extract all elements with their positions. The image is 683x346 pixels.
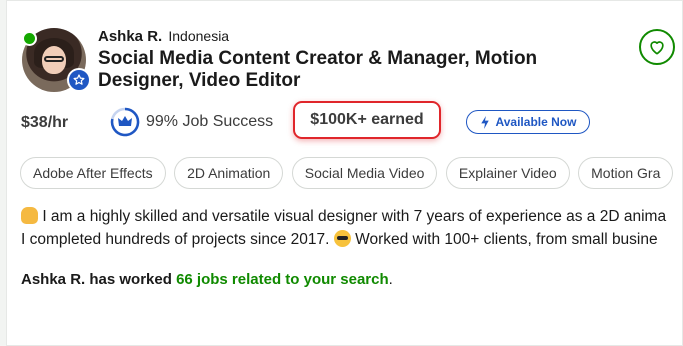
- heart-icon: [650, 41, 664, 55]
- availability-label: Available Now: [495, 115, 577, 129]
- lightning-icon: [480, 115, 489, 129]
- worked-suffix: .: [388, 271, 393, 288]
- bio-line-2: I completed hundreds of projects since 2…: [21, 228, 683, 251]
- hourly-rate: $38/hr: [21, 114, 69, 131]
- bio-line-1: I am a highly skilled and versatile visu…: [21, 205, 683, 228]
- skill-tag[interactable]: Explainer Video: [445, 157, 570, 189]
- save-freelancer-button[interactable]: [639, 29, 675, 65]
- sunglasses-emoji: [333, 230, 351, 247]
- related-jobs-link[interactable]: 66 jobs related to your search: [176, 271, 389, 288]
- total-earned: $100K+ earned: [310, 111, 424, 128]
- bio-text-1: I am a highly skilled and versatile visu…: [42, 208, 667, 225]
- freelancer-name[interactable]: Ashka R.: [98, 28, 162, 45]
- stats-row: $38/hr 99% Job Success $100K+ earned Ava…: [21, 101, 681, 145]
- freelancer-card[interactable]: Ashka R. Indonesia Social Media Content …: [6, 0, 683, 346]
- freelancer-title[interactable]: Social Media Content Creator & Manager, …: [98, 48, 568, 92]
- skill-tag[interactable]: Adobe After Effects: [20, 157, 166, 189]
- bio[interactable]: I am a highly skilled and versatile visu…: [21, 205, 683, 251]
- worked-prefix: Ashka R. has worked: [21, 271, 172, 288]
- skills-list: Adobe After Effects 2D Animation Social …: [20, 157, 683, 189]
- name-row: Ashka R. Indonesia: [98, 28, 229, 45]
- bio-text-2b: Worked with 100+ clients, from small bus…: [355, 231, 658, 248]
- bio-text-2a: I completed hundreds of projects since 2…: [21, 231, 330, 248]
- earned-highlight-box: $100K+ earned: [293, 101, 441, 139]
- online-status-dot: [22, 31, 37, 46]
- job-success: 99% Job Success: [110, 107, 273, 137]
- skill-tag[interactable]: Motion Gra: [578, 157, 674, 189]
- crown-icon: [110, 107, 140, 137]
- jobs-worked-summary: Ashka R. has worked 66 jobs related to y…: [21, 271, 393, 288]
- freelancer-country: Indonesia: [168, 28, 230, 44]
- job-success-label: 99% Job Success: [146, 113, 274, 130]
- skill-tag[interactable]: Social Media Video: [291, 157, 438, 189]
- avatar-container[interactable]: [22, 28, 91, 92]
- available-now-badge[interactable]: Available Now: [466, 110, 590, 134]
- skill-tag[interactable]: 2D Animation: [174, 157, 284, 189]
- raised-hands-emoji: [21, 207, 38, 224]
- verified-badge-icon: [67, 68, 91, 92]
